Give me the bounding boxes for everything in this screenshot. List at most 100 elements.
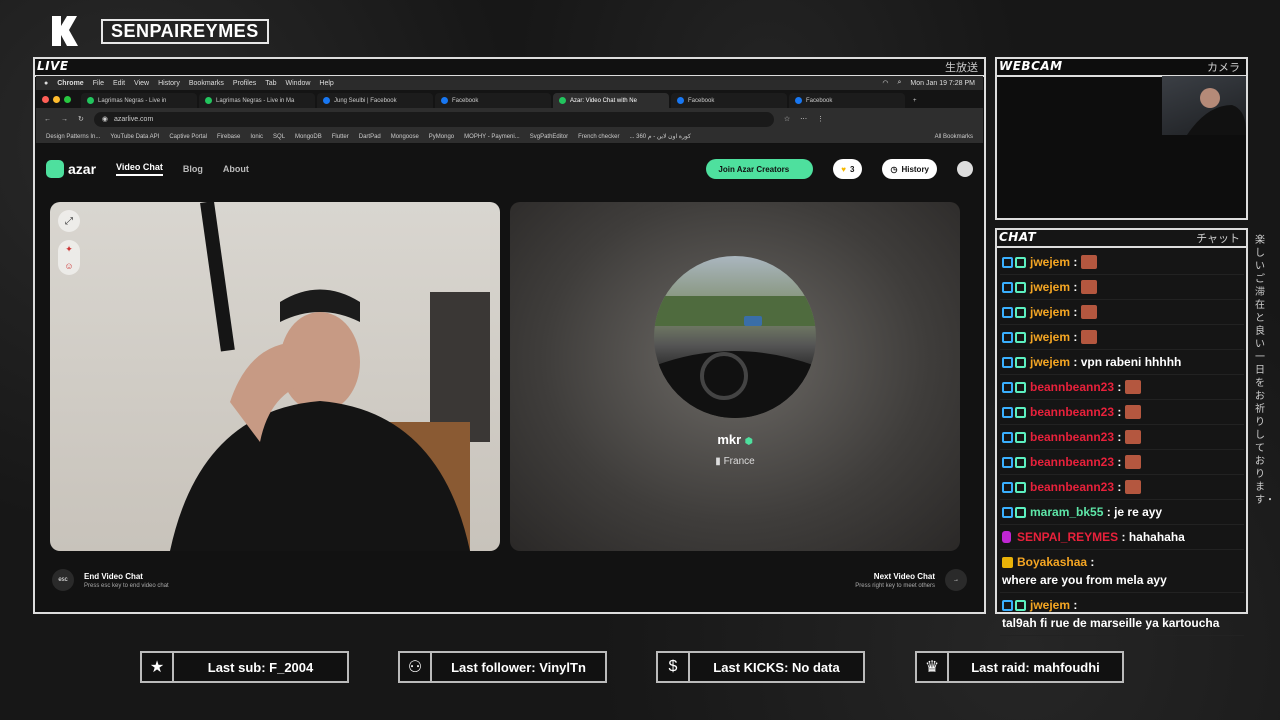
esc-key-button[interactable]: esc — [52, 569, 74, 591]
chat-label: CHAT — [999, 230, 1037, 244]
user-badges — [1002, 456, 1026, 468]
chat-username[interactable]: jwejem — [1030, 303, 1070, 321]
search-icon[interactable]: ⌕ — [897, 79, 901, 87]
browser-tab[interactable]: Facebook — [435, 93, 551, 108]
menu-profiles[interactable]: Profiles — [233, 80, 256, 87]
chat-username[interactable]: jwejem — [1030, 328, 1070, 346]
peer-name: mkr ⬢ — [510, 432, 960, 447]
bookmark-item[interactable]: DartPad — [359, 134, 381, 140]
chat-message: beannbeann23 : — [1000, 400, 1244, 425]
bookmark-item[interactable]: PyMongo — [429, 134, 454, 140]
chat-username[interactable]: beannbeann23 — [1030, 403, 1114, 421]
bookmark-item[interactable]: SvgPathEditor — [530, 134, 568, 140]
gems-pill[interactable]: ♥ 3 — [833, 159, 863, 179]
bookmark-item[interactable]: Firebase — [217, 134, 240, 140]
menu-edit[interactable]: Edit — [113, 80, 125, 87]
bookmark-item[interactable]: MongoDB — [295, 134, 322, 140]
reload-icon[interactable]: ↻ — [78, 115, 84, 123]
chat-username[interactable]: jwejem — [1030, 253, 1070, 271]
magic-wand-icon[interactable]: ✦ — [65, 244, 73, 255]
menu-window[interactable]: Window — [286, 80, 311, 87]
chat-username[interactable]: beannbeann23 — [1030, 453, 1114, 471]
browser-tab[interactable]: Facebook — [789, 93, 905, 108]
menu-view[interactable]: View — [134, 80, 149, 87]
arrow-right-icon[interactable]: → — [945, 569, 967, 591]
sticker-icon[interactable]: ☺ — [64, 261, 73, 271]
bookmark-item[interactable]: French checker — [578, 134, 619, 140]
bookmark-item[interactable]: MOPHY - Paymeni... — [464, 134, 520, 140]
extensions-icon[interactable]: ⋯ — [800, 115, 807, 123]
tab-title: Lagrimas Negras - Live in — [98, 97, 167, 104]
nav-blog[interactable]: Blog — [183, 164, 203, 174]
menu-tab[interactable]: Tab — [265, 80, 276, 87]
chat-messages: jwejem : jwejem : jwejem : jwejem : jwej… — [1000, 250, 1244, 636]
bookmark-item[interactable]: ... 360 كورة اون لاين - م — [629, 133, 690, 140]
chat-username[interactable]: jwejem — [1030, 353, 1070, 371]
chat-username[interactable]: beannbeann23 — [1030, 478, 1114, 496]
all-bookmarks[interactable]: All Bookmarks — [935, 134, 973, 140]
browser-window: ● Chrome File Edit View History Bookmark… — [36, 76, 983, 610]
emote-icon — [1125, 480, 1142, 494]
chat-message: beannbeann23 : — [1000, 375, 1244, 400]
chat-username[interactable]: jwejem — [1030, 278, 1070, 296]
webcam-jp-label: カメラ — [1207, 61, 1240, 74]
bookmark-item[interactable]: Flutter — [332, 134, 349, 140]
wifi-icon[interactable]: ◠ — [882, 79, 888, 87]
mac-menubar: ● Chrome File Edit View History Bookmark… — [36, 76, 983, 90]
join-creators-button[interactable]: Join Azar Creators — [706, 159, 814, 179]
chat-username[interactable]: beannbeann23 — [1030, 428, 1114, 446]
browser-menu-icon[interactable]: ⋮ — [817, 115, 824, 123]
chat-username[interactable]: jwejem — [1030, 596, 1070, 614]
chat-message: beannbeann23 : — [1000, 425, 1244, 450]
menu-app-name[interactable]: Chrome — [57, 80, 83, 87]
azar-logo[interactable]: azar — [46, 160, 96, 178]
zoom-window-icon[interactable] — [64, 95, 71, 103]
bookmark-item[interactable]: YouTube Data API — [110, 134, 159, 140]
user-badges — [1002, 431, 1026, 443]
close-window-icon[interactable] — [42, 95, 49, 103]
url-field[interactable]: ◉ azarlive.com — [93, 111, 774, 127]
apple-icon[interactable]: ● — [44, 80, 48, 87]
menu-help[interactable]: Help — [319, 80, 333, 87]
back-icon[interactable]: ← — [44, 116, 51, 123]
chat-username[interactable]: beannbeann23 — [1030, 378, 1114, 396]
history-label: History — [901, 164, 929, 174]
nav-video-chat[interactable]: Video Chat — [116, 162, 163, 176]
browser-tab[interactable]: Lagrimas Negras - Live in Ma — [199, 93, 315, 108]
browser-tab[interactable]: Jung Seulbi | Facebook — [317, 93, 433, 108]
azar-brand: azar — [68, 161, 97, 177]
forward-icon[interactable]: → — [61, 116, 68, 123]
menu-file[interactable]: File — [93, 80, 104, 87]
tab-title: Facebook — [452, 97, 479, 104]
menu-clock[interactable]: Mon Jan 19 7:28 PM — [910, 80, 975, 87]
nav-about[interactable]: About — [223, 164, 249, 174]
next-video-chat[interactable]: Next Video Chat Press right key to meet … — [855, 569, 967, 591]
history-button[interactable]: ◷ History — [882, 159, 937, 179]
bookmark-item[interactable]: Ionic — [250, 134, 263, 140]
menu-bookmarks[interactable]: Bookmarks — [189, 80, 224, 87]
bookmark-star-icon[interactable]: ☆ — [784, 115, 790, 123]
bookmark-item[interactable]: Captive Portal — [169, 134, 207, 140]
browser-tab-active[interactable]: Azar: Video Chat with Ne — [553, 93, 669, 108]
last-follower-text: Last follower: VinylTn — [451, 659, 586, 675]
bookmark-item[interactable]: Design Patterns In... — [46, 134, 100, 140]
last-raid-panel: ♛ Last raid: mahfoudhi — [915, 651, 1124, 683]
chat-username[interactable]: Boyakashaa — [1017, 553, 1087, 571]
minimize-window-icon[interactable] — [53, 95, 60, 103]
site-info-icon[interactable]: ◉ — [102, 115, 108, 123]
browser-tab[interactable]: Lagrimas Negras - Live in — [81, 93, 197, 108]
fullscreen-icon[interactable]: ⤢ — [58, 210, 80, 232]
chat-text: where are you from mela ayy — [1002, 573, 1167, 587]
bookmark-item[interactable]: SQL — [273, 134, 285, 140]
window-controls — [42, 90, 71, 108]
end-video-chat[interactable]: esc End Video Chat Press esc key to end … — [52, 569, 169, 591]
profile-avatar[interactable] — [957, 161, 973, 177]
browser-tab[interactable]: Facebook — [671, 93, 787, 108]
dollar-icon: $ — [658, 653, 690, 681]
address-toolbar: ← → ↻ ◉ azarlive.com ☆ ⋯ ⋮ — [36, 108, 983, 130]
bookmark-item[interactable]: Mongoose — [391, 134, 419, 140]
chat-username[interactable]: SENPAI_REYMES — [1017, 528, 1118, 546]
new-tab-button[interactable]: + — [907, 93, 921, 108]
menu-history[interactable]: History — [158, 80, 180, 87]
chat-username[interactable]: maram_bk55 — [1030, 503, 1103, 521]
